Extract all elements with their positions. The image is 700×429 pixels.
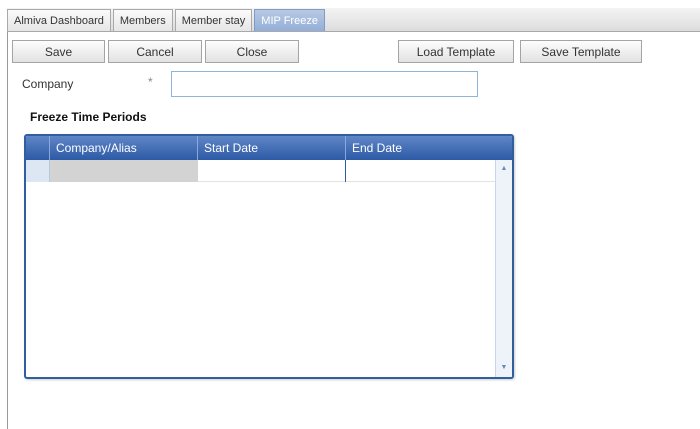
cell-end-date[interactable] (346, 160, 499, 182)
cell-start-date[interactable] (198, 160, 346, 182)
tab-mip-freeze[interactable]: MIP Freeze (254, 9, 325, 31)
column-header-start-date[interactable]: Start Date (198, 136, 346, 160)
grid-scrollbar[interactable]: ▲ ▼ (495, 160, 512, 377)
row-selector-header (26, 136, 50, 160)
tab-almiva-dashboard[interactable]: Almiva Dashboard (7, 9, 111, 31)
close-button[interactable]: Close (205, 40, 299, 63)
freeze-periods-grid: Company/Alias Start Date End Date ▲ ▼ (24, 134, 514, 379)
company-input[interactable] (171, 71, 478, 97)
scroll-up-icon[interactable]: ▲ (496, 162, 512, 176)
cell-company-alias[interactable] (50, 160, 198, 182)
tab-members[interactable]: Members (112, 9, 173, 31)
cancel-button[interactable]: Cancel (108, 40, 202, 63)
company-label: Company (22, 77, 74, 91)
save-button[interactable]: Save (12, 40, 105, 63)
column-header-end-date[interactable]: End Date (346, 136, 499, 160)
table-row[interactable] (26, 160, 512, 182)
tab-member-stay[interactable]: Member stay (174, 9, 253, 31)
save-template-button[interactable]: Save Template (520, 40, 642, 63)
required-marker: * (148, 75, 153, 89)
load-template-button[interactable]: Load Template (398, 40, 514, 63)
section-title: Freeze Time Periods (30, 110, 147, 124)
scroll-down-icon[interactable]: ▼ (496, 361, 512, 375)
left-border (7, 32, 8, 429)
grid-header: Company/Alias Start Date End Date (26, 136, 512, 160)
column-header-company-alias[interactable]: Company/Alias (50, 136, 198, 160)
tab-strip: Almiva Dashboard Members Member stay MIP… (7, 8, 700, 32)
row-selector[interactable] (26, 160, 50, 182)
